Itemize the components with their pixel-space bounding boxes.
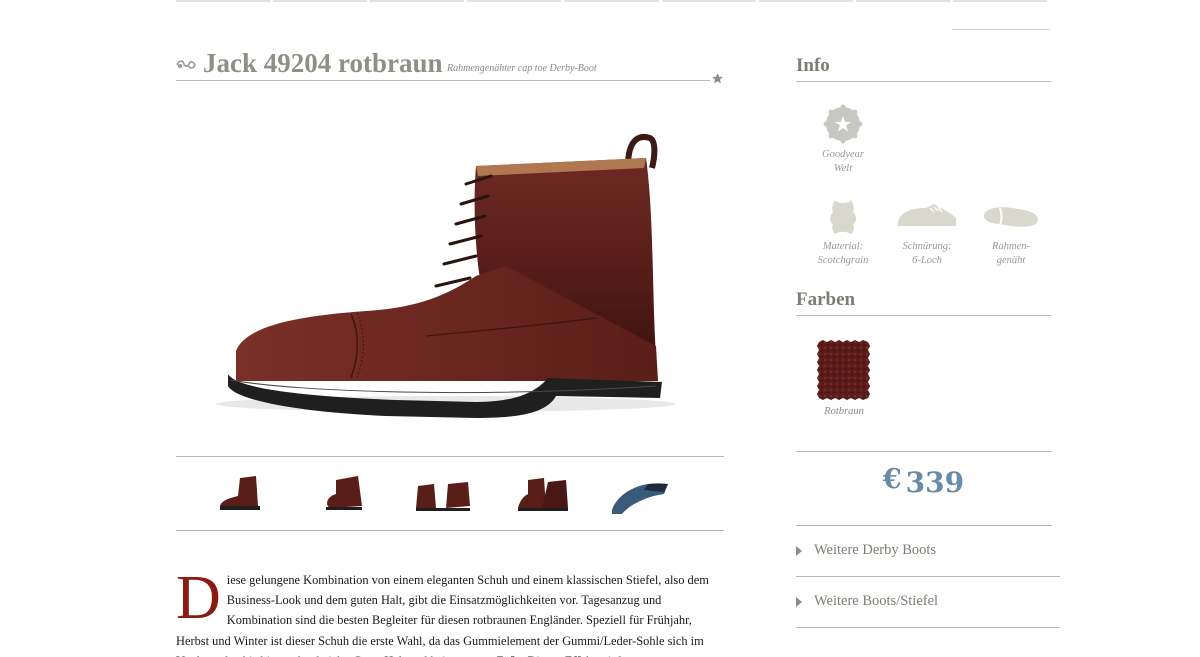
triangle-right-icon <box>796 546 802 556</box>
nav-tab[interactable] <box>370 0 465 2</box>
info-label: Goodyear <box>822 149 864 160</box>
link-more-boots[interactable]: Weitere Boots/Stiefel <box>796 578 1060 628</box>
nav-tab[interactable] <box>273 0 368 2</box>
thumbnail-pair-angle[interactable] <box>412 470 474 518</box>
title-rule <box>176 80 710 81</box>
color-swatch-label: Rotbraun <box>824 406 864 417</box>
price-amount: 339 <box>905 466 965 499</box>
nav-tab[interactable] <box>661 0 756 2</box>
info-label: Rahmen- <box>992 241 1030 252</box>
nav-tab[interactable] <box>176 0 271 2</box>
nav-tab[interactable] <box>855 0 950 2</box>
info-label: Scotchgrain <box>817 255 869 266</box>
nav-tab[interactable] <box>564 0 659 2</box>
info-label: 6-Loch <box>912 255 942 266</box>
info-label: Schnürung: <box>902 241 952 252</box>
divider <box>796 525 1052 526</box>
description-text: iese gelungene Kombination von einem ele… <box>176 573 709 657</box>
color-swatch-rotbraun[interactable] <box>817 340 870 400</box>
nav-tab[interactable] <box>758 0 853 2</box>
info-lacing: Schnürung: 6-Loch <box>882 198 972 268</box>
shoe-lacing-icon <box>898 204 956 226</box>
info-label: Material: <box>822 241 864 252</box>
top-navigation <box>176 0 1050 2</box>
info-welted: Rahmen- genäht <box>966 198 1056 268</box>
divider <box>952 29 1050 30</box>
info-label: Welt <box>833 163 853 174</box>
divider <box>176 456 724 457</box>
price-currency: € <box>882 464 902 495</box>
link-label[interactable]: Weitere Boots/Stiefel <box>814 593 938 610</box>
divider <box>796 315 1051 316</box>
ornament-icon <box>176 60 196 69</box>
divider <box>796 576 1060 577</box>
thumbnail-sole-view[interactable] <box>608 470 670 518</box>
info-material: Material: Scotchgrain <box>798 198 888 268</box>
info-label: genäht <box>996 255 1026 266</box>
leather-hide-icon <box>830 200 856 234</box>
divider <box>796 81 1051 82</box>
colors-heading: Farben <box>796 289 856 310</box>
badge-star-icon <box>823 104 863 144</box>
info-goodyear-welt: Goodyear Welt <box>798 104 888 176</box>
product-main-image[interactable] <box>176 96 724 446</box>
thumbnail-heel-view[interactable] <box>316 470 378 518</box>
dropcap: D <box>176 570 221 632</box>
thumbnail-side-view[interactable] <box>216 470 278 518</box>
divider <box>176 530 724 531</box>
star-icon <box>712 73 723 84</box>
sole-welt-icon <box>984 207 1038 227</box>
divider <box>796 451 1052 452</box>
divider <box>796 627 1060 628</box>
triangle-right-icon <box>796 597 802 607</box>
link-more-derby-boots[interactable]: Weitere Derby Boots <box>796 527 1060 577</box>
product-title: Jack 49204 rotbraun <box>203 48 443 78</box>
product-subtitle: Rahmengenähter cap toe Derby-Boot <box>447 63 597 74</box>
product-price: €339 <box>796 464 1051 499</box>
link-label[interactable]: Weitere Derby Boots <box>814 542 936 559</box>
thumbnail-strip <box>176 470 724 520</box>
nav-tab[interactable] <box>952 0 1047 2</box>
nav-tab[interactable] <box>467 0 562 2</box>
product-title-block: Jack 49204 rotbraun Rahmengenähter cap t… <box>176 48 724 88</box>
info-heading: Info <box>796 55 830 76</box>
thumbnail-pair-front[interactable] <box>512 470 574 518</box>
product-description: D iese gelungene Kombination von einem e… <box>176 570 722 657</box>
